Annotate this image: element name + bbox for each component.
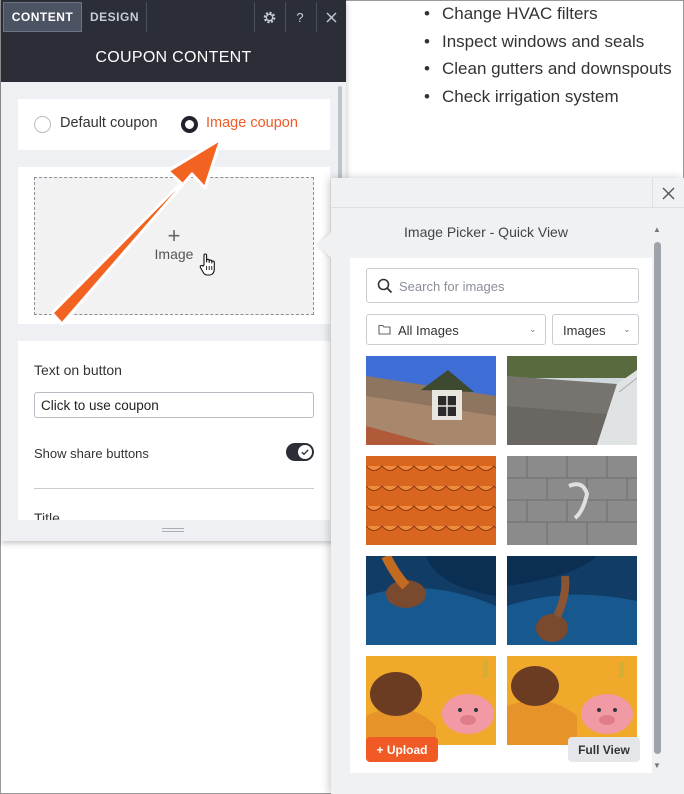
image-thumbnail[interactable] — [507, 656, 637, 745]
image-coupon-radio[interactable] — [181, 116, 198, 133]
settings-button[interactable] — [254, 2, 283, 32]
picker-header — [331, 178, 684, 208]
plus-icon: + — [167, 223, 181, 248]
search-icon — [377, 278, 393, 294]
tab-design[interactable]: DESIGN — [83, 2, 147, 32]
piggy-bank-coin-image — [507, 656, 637, 745]
image-thumbnail[interactable] — [366, 356, 496, 445]
picker-scrollbar: ▲ ▼ — [652, 225, 662, 773]
help-button[interactable]: ? — [285, 2, 314, 32]
tab-content[interactable]: CONTENT — [3, 2, 82, 32]
button-text-input[interactable] — [34, 392, 314, 418]
image-thumbnail[interactable] — [366, 656, 496, 745]
full-view-button[interactable]: Full View — [568, 737, 640, 762]
shingle-roof-image — [507, 356, 637, 445]
divider — [34, 488, 314, 489]
image-thumbnail[interactable] — [366, 456, 496, 545]
image-search-input[interactable] — [399, 276, 629, 296]
image-dropzone[interactable]: + Image — [34, 177, 314, 315]
image-upload-card: + Image — [18, 167, 330, 324]
scroll-down-arrow-icon[interactable]: ▼ — [652, 761, 662, 771]
gear-icon — [263, 11, 275, 23]
share-buttons-label: Show share buttons — [34, 446, 149, 461]
worn-shingles-image — [507, 456, 637, 545]
button-settings-card: Text on button Show share buttons Title — [18, 341, 330, 526]
image-search-box — [366, 268, 639, 303]
default-coupon-radio[interactable] — [34, 116, 51, 133]
roof-dormer-image — [366, 356, 496, 445]
media-type-select[interactable]: Images ⌄ — [552, 314, 639, 345]
image-coupon-label[interactable]: Image coupon — [206, 115, 298, 131]
chevron-down-icon: ⌄ — [623, 324, 631, 334]
grip-handle[interactable] — [162, 528, 184, 532]
image-picker-panel: Image Picker - Quick View All Images ⌄ I… — [318, 178, 684, 794]
picker-scroll-thumb[interactable] — [654, 242, 661, 754]
panel-resize-grip — [1, 520, 346, 541]
image-thumbnail[interactable] — [507, 456, 637, 545]
picker-body: All Images ⌄ Images ⌄ — [350, 258, 652, 773]
folder-select-value: All Images — [398, 323, 459, 338]
scroll-up-arrow-icon[interactable]: ▲ — [652, 225, 662, 235]
image-thumbnail[interactable] — [366, 556, 496, 645]
image-thumbnail[interactable] — [507, 356, 637, 445]
image-thumbnail[interactable] — [507, 556, 637, 645]
list-item: Change HVAC filters — [420, 0, 680, 28]
close-panel-button[interactable] — [316, 2, 345, 32]
share-buttons-toggle[interactable] — [286, 443, 314, 461]
chevron-down-icon: ⌄ — [529, 324, 537, 334]
toggle-knob — [298, 445, 312, 459]
coupon-type-card: Default coupon Image coupon — [18, 99, 330, 150]
list-item: Inspect windows and seals — [420, 28, 680, 56]
panel-title: COUPON CONTENT — [1, 34, 346, 82]
media-type-value: Images — [563, 323, 606, 338]
folder-icon — [378, 324, 391, 335]
default-coupon-label[interactable]: Default coupon — [60, 115, 158, 131]
piggy-bank-image — [366, 656, 496, 745]
panel-tab-bar: CONTENT DESIGN ? — [1, 0, 346, 34]
help-icon: ? — [296, 9, 304, 25]
couch-coins-image — [507, 556, 637, 645]
close-icon — [662, 187, 675, 199]
button-text-label: Text on button — [34, 362, 122, 378]
check-icon — [301, 449, 309, 456]
coupon-settings-panel: CONTENT DESIGN ? COUPON CONTENT Default … — [1, 0, 346, 541]
clay-tiles-image — [366, 456, 496, 545]
list-item: Clean gutters and downspouts — [420, 55, 680, 83]
picker-title: Image Picker - Quick View — [404, 224, 568, 240]
background-checklist: Change HVAC filters Inspect windows and … — [420, 0, 680, 110]
upload-button[interactable]: + Upload — [366, 737, 438, 762]
folder-select[interactable]: All Images ⌄ — [366, 314, 546, 345]
list-item: Check irrigation system — [420, 83, 680, 111]
picker-close-button[interactable] — [652, 178, 684, 208]
image-dropzone-label: Image — [154, 246, 194, 262]
close-icon — [326, 12, 336, 22]
couch-cushion-image — [366, 556, 496, 645]
hand-cursor-icon — [199, 253, 215, 276]
